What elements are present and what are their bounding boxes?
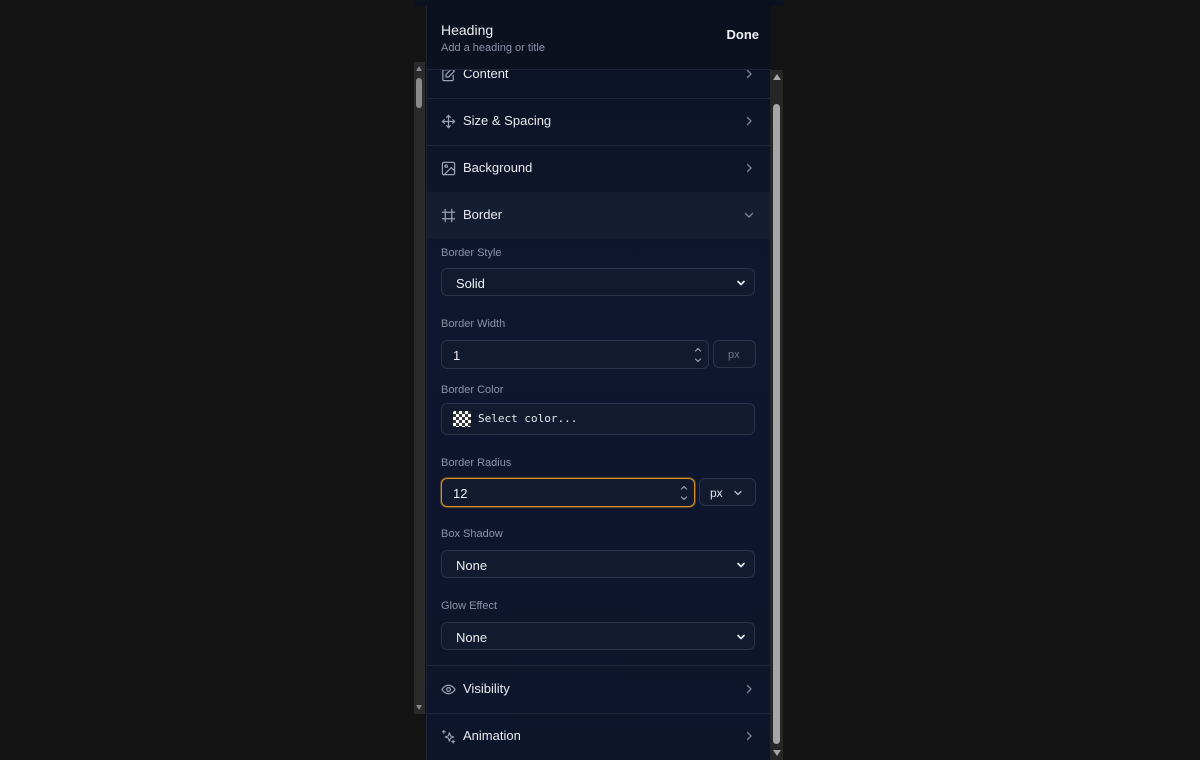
panel-title: Heading — [441, 22, 494, 38]
section-size-spacing[interactable]: Size & Spacing — [427, 98, 771, 146]
stepper-icon[interactable] — [680, 483, 688, 503]
chevron-right-icon — [746, 116, 752, 126]
scroll-up-arrow-icon[interactable] — [416, 66, 422, 71]
properties-panel: Content Size & Spacing Background Border… — [426, 6, 771, 760]
border-width-value: 1 — [453, 348, 461, 363]
section-animation-label: Animation — [463, 728, 521, 743]
border-color-placeholder: Select color... — [478, 412, 578, 425]
border-style-value: Solid — [456, 276, 485, 291]
border-width-unit: px — [713, 340, 756, 368]
border-style-select[interactable]: Solid — [441, 268, 755, 296]
eye-icon — [441, 684, 456, 695]
border-style-label: Border Style — [441, 247, 502, 259]
chevron-down-icon — [744, 212, 754, 218]
chevron-right-icon — [746, 163, 752, 173]
border-radius-unit-select[interactable]: px — [699, 478, 756, 506]
done-button[interactable]: Done — [727, 27, 760, 42]
move-icon — [441, 114, 456, 129]
border-radius-label: Border Radius — [441, 457, 512, 469]
box-shadow-select[interactable]: None — [441, 550, 755, 578]
glow-effect-value: None — [456, 630, 488, 645]
section-background-label: Background — [463, 160, 533, 175]
glow-effect-label: Glow Effect — [441, 600, 498, 612]
chevron-right-icon — [746, 731, 752, 741]
border-width-label: Border Width — [441, 318, 506, 330]
border-color-picker[interactable]: Select color... — [441, 403, 755, 435]
stepper-icon[interactable] — [694, 345, 702, 365]
box-shadow-label: Box Shadow — [441, 528, 503, 540]
chevron-down-icon — [734, 490, 742, 496]
border-radius-input[interactable]: 12 — [441, 478, 695, 507]
image-icon — [441, 161, 456, 176]
outer-scrollbar[interactable] — [414, 62, 425, 714]
section-background[interactable]: Background — [427, 145, 771, 193]
panel-scrollbar[interactable] — [770, 70, 783, 760]
section-size-spacing-label: Size & Spacing — [463, 113, 552, 128]
panel-subtitle: Add a heading or title — [441, 42, 545, 54]
panel-header: Heading Add a heading or title Done — [427, 6, 771, 70]
chevron-right-icon — [746, 684, 752, 694]
sparkles-icon — [441, 729, 456, 744]
scroll-down-arrow-icon[interactable] — [416, 705, 422, 710]
border-radius-unit-label: px — [710, 486, 723, 500]
chevron-down-icon — [737, 280, 745, 286]
border-width-input[interactable]: 1 — [441, 340, 709, 369]
section-animation[interactable]: Animation — [427, 713, 771, 760]
scroll-up-arrow-icon[interactable] — [773, 74, 781, 80]
section-border[interactable]: Border — [427, 192, 771, 239]
transparent-swatch — [453, 411, 471, 427]
section-border-label: Border — [463, 207, 503, 222]
border-radius-value: 12 — [453, 486, 468, 501]
scrollbar-thumb[interactable] — [416, 78, 422, 108]
box-shadow-value: None — [456, 558, 488, 573]
section-visibility-label: Visibility — [463, 681, 510, 696]
frame-icon — [441, 208, 456, 223]
scrollbar-thumb[interactable] — [773, 104, 780, 744]
border-width-unit-label: px — [728, 349, 740, 361]
border-color-label: Border Color — [441, 384, 504, 396]
section-visibility[interactable]: Visibility — [427, 665, 771, 714]
chevron-down-icon — [737, 562, 745, 568]
glow-effect-select[interactable]: None — [441, 622, 755, 650]
chevron-down-icon — [737, 634, 745, 640]
scroll-down-arrow-icon[interactable] — [773, 750, 781, 756]
